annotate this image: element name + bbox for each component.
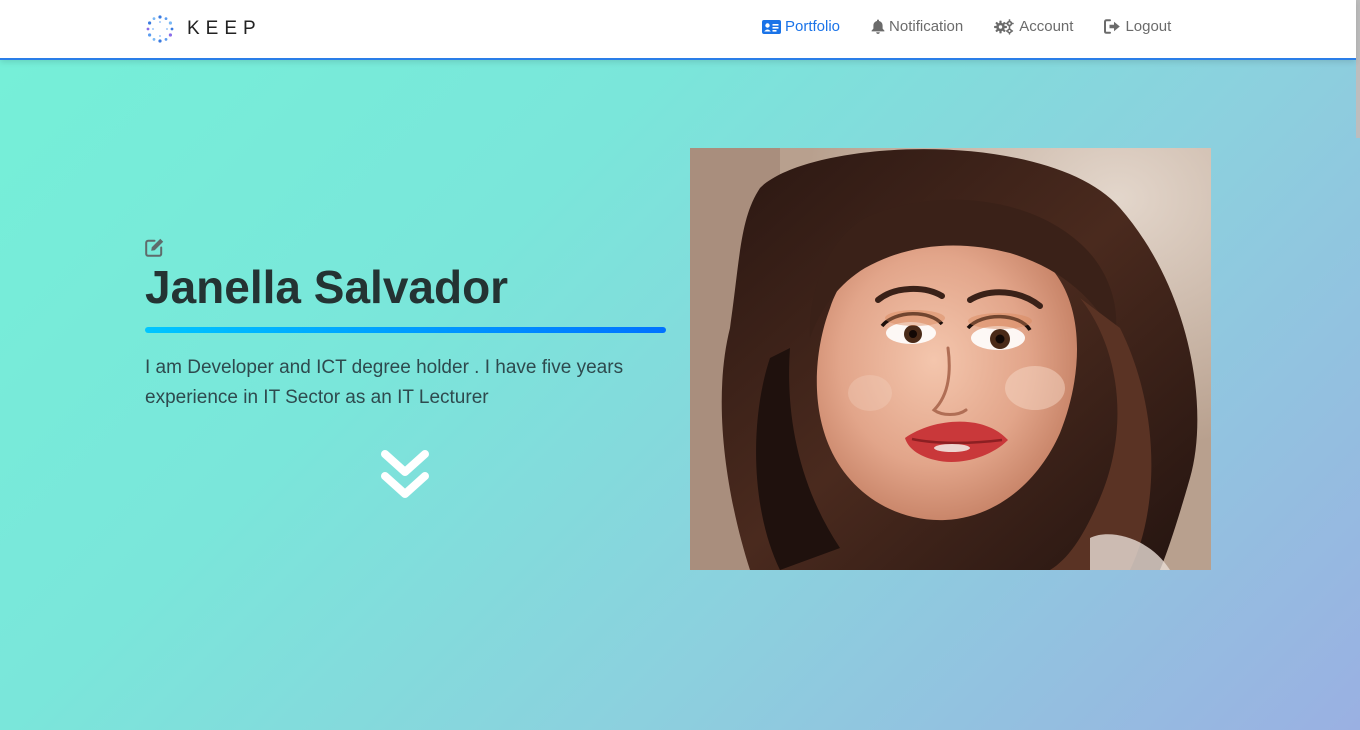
bell-icon [871,19,885,34]
id-card-icon [762,19,781,34]
nav-item-notification[interactable]: Notification [871,18,963,35]
double-chevron-down-icon[interactable] [379,448,431,502]
profile-photo [690,148,1211,570]
nav-item-account[interactable]: Account [994,18,1073,35]
nav-label-notification: Notification [889,18,964,35]
name-underline [145,327,666,333]
sign-out-icon [1104,19,1121,34]
nav-item-portfolio[interactable]: Portfolio [762,18,840,35]
profile-bio: I am Developer and ICT degree holder . I… [145,357,624,408]
nav-label-account: Account [1019,18,1074,35]
main-nav: Portfolio Notification Account Logout [762,18,1171,35]
profile-intro: Janella Salvador I am Developer and ICT … [145,238,666,432]
nav-label-portfolio: Portfolio [785,18,841,35]
brand[interactable]: KEEP [145,14,262,44]
brand-logo-icon [146,15,174,43]
gears-icon [994,18,1014,35]
profile-name: Janella Salvador [145,261,509,313]
brand-name: KEEP [187,18,262,39]
nav-label-logout: Logout [1125,18,1172,35]
profile-photo-illustration [690,148,1211,570]
nav-item-logout[interactable]: Logout [1104,18,1171,35]
page-scrollbar[interactable] [1356,0,1360,138]
top-navbar: KEEP Portfolio Notification Account Logo… [0,0,1356,60]
edit-icon[interactable] [145,238,164,257]
